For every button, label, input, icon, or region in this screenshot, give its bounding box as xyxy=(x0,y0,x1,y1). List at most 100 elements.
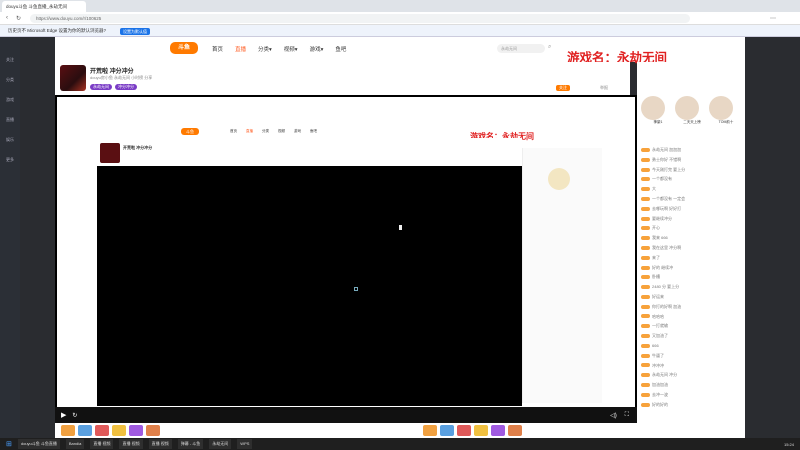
browser-tab-bar xyxy=(0,0,800,12)
inner-avatar xyxy=(100,143,120,163)
gift-icon[interactable] xyxy=(474,425,488,436)
rank-label: 二天天上榜 xyxy=(683,119,701,124)
rail-item-more[interactable]: 更多 xyxy=(0,157,20,177)
chat-message: 牛逼了 xyxy=(641,351,745,361)
main-nav: 首页 直播 分类▾ 视频▾ 游戏▾ 鱼吧 xyxy=(212,45,358,53)
taskbar-item[interactable]: WPS xyxy=(237,439,253,449)
rank-label: 神豪1 xyxy=(653,119,663,124)
rail-item-ent[interactable]: 娱乐 xyxy=(0,137,20,157)
gift-icon[interactable] xyxy=(491,425,505,436)
more-icon[interactable]: ⋯ xyxy=(770,15,776,22)
back-icon[interactable]: ‹ xyxy=(6,15,8,21)
taskbar: ⊞ douyu斗鱼 斗鱼直播 Bandia 直播 视频 直播 视频 直播 视频 … xyxy=(0,438,800,450)
gift-icon[interactable] xyxy=(61,425,75,436)
chat-message: 去冲一波 xyxy=(641,390,745,400)
taskbar-item[interactable]: 直播 视频 xyxy=(119,439,143,449)
rank-avatar xyxy=(709,95,733,120)
chat-message: 一打就输 xyxy=(641,321,745,331)
set-default-button[interactable]: 设置为默认值 xyxy=(120,28,150,35)
start-icon[interactable]: ⊞ xyxy=(6,440,12,448)
tab-title: douyu斗鱼 斗鱼直播_永劫无间 xyxy=(6,3,68,9)
chat-message: 加油加油 xyxy=(641,380,745,390)
mascot-icon xyxy=(548,168,570,190)
gift-icon[interactable] xyxy=(129,425,143,436)
url-field[interactable]: https://www.douyu.com/r/100625 xyxy=(30,14,690,23)
volume-icon[interactable]: ◁) xyxy=(610,412,617,419)
room-tag[interactable]: 冲分冲分 xyxy=(115,84,137,90)
gift-icon[interactable] xyxy=(112,425,126,436)
play-icon[interactable]: ▶ xyxy=(61,411,66,419)
chat-message: 666 xyxy=(641,341,745,351)
nav-category[interactable]: 分类▾ xyxy=(258,45,272,53)
refresh-stream-icon[interactable]: ↻ xyxy=(72,412,77,419)
gift-icon[interactable] xyxy=(508,425,522,436)
rank-item[interactable]: 神豪1 xyxy=(641,95,675,125)
taskbar-item[interactable]: 直播 视频 xyxy=(90,439,114,449)
chat-message: 永劫无间 加加加 xyxy=(641,145,745,155)
chat-message: 你打的好啊 加油 xyxy=(641,302,745,312)
chat-message: 卧槽 xyxy=(641,272,745,282)
chat-message: 好的 继续冲 xyxy=(641,263,745,273)
nav-video[interactable]: 视频▾ xyxy=(284,45,298,53)
rail-item-live[interactable]: 直播 xyxy=(0,117,20,137)
gift-bar xyxy=(55,423,745,438)
gift-icon[interactable] xyxy=(457,425,471,436)
inner-video xyxy=(97,166,522,406)
rail-item-category[interactable]: 分类 xyxy=(0,77,20,97)
gift-icon[interactable] xyxy=(423,425,437,436)
taskbar-item[interactable]: douyu斗鱼 斗鱼直播 xyxy=(17,439,60,449)
chat-message: 哈哈哈 xyxy=(641,312,745,322)
rail-item-game[interactable]: 游戏 xyxy=(0,97,20,117)
sidebar: 关注 分类 游戏 直播 娱乐 更多 xyxy=(0,37,20,438)
rank-item[interactable]: TOM前十 xyxy=(709,95,743,125)
browser-tab[interactable]: douyu斗鱼 斗鱼直播_永劫无间 xyxy=(2,1,86,12)
inner-nav-item: 视频 xyxy=(278,129,285,133)
inner-nav-item: 分类 xyxy=(262,129,269,133)
site-logo[interactable]: 斗鱼 xyxy=(170,42,198,54)
search-icon[interactable]: ⌕ xyxy=(548,44,551,51)
rank-avatar xyxy=(641,95,665,120)
refresh-icon[interactable]: ↻ xyxy=(16,15,21,22)
taskbar-item[interactable]: 永劫无间 xyxy=(209,439,232,449)
chat-message: 开心 xyxy=(641,223,745,233)
inner-room-info xyxy=(97,138,522,166)
nav-live[interactable]: 直播 xyxy=(235,45,246,53)
streamer-avatar[interactable] xyxy=(60,65,86,91)
room-meta: douyu房小鱼 永劫无间 小时榜 分享 xyxy=(90,75,153,80)
inner-nav: 首页 直播 分类 视频 游戏 鱼吧 xyxy=(230,129,317,134)
gift-icon[interactable] xyxy=(95,425,109,436)
follow-button[interactable]: 关注 xyxy=(556,85,570,91)
chat-message: 好运来 xyxy=(641,292,745,302)
gift-icon[interactable] xyxy=(146,425,160,436)
fullscreen-icon[interactable]: ⛶ xyxy=(625,412,629,419)
chat-list: 永劫无间 加加加 勇士你好 不错啊 今天刚打完 要上分 一个都没有 大 一个都没… xyxy=(641,145,745,410)
rank-item[interactable]: 二天天上榜 xyxy=(675,95,709,125)
chat-message: 要继续冲分 xyxy=(641,214,745,224)
infobar-text: 历史页不 Microsoft Edge 设置为你的默认浏览器? xyxy=(8,27,107,33)
nav-home[interactable]: 首页 xyxy=(212,45,223,53)
nav-game[interactable]: 游戏▾ xyxy=(310,45,324,53)
room-tag[interactable]: 永劫无间 xyxy=(90,84,112,90)
clock: 15:24 xyxy=(783,441,794,447)
taskbar-item[interactable]: 直播 视频 xyxy=(148,439,172,449)
rank-row: 神豪1 二天天上榜 TOM前十 xyxy=(641,95,741,125)
chat-message: 勇士你好 不错啊 xyxy=(641,155,745,165)
search-input[interactable]: 永劫无间 xyxy=(497,44,545,53)
report-link[interactable]: 举报 xyxy=(600,85,608,91)
loading-icon xyxy=(354,287,358,291)
rail-item-follow[interactable]: 关注 xyxy=(0,57,20,77)
nav-fishbar[interactable]: 鱼吧 xyxy=(335,45,346,53)
inner-nav-item: 鱼吧 xyxy=(310,129,317,133)
gift-icon[interactable] xyxy=(78,425,92,436)
chat-message: 我在这里 冲分啊 xyxy=(641,243,745,253)
player-controls: ▶ ↻ ◁) ⛶ xyxy=(55,407,637,423)
chat-message: 一个都没有 xyxy=(641,174,745,184)
inner-stream-title: 开荒啦 冲分冲分 xyxy=(123,145,153,150)
gift-icon[interactable] xyxy=(440,425,454,436)
chat-message: 今天刚打完 要上分 xyxy=(641,165,745,175)
inner-nav-item: 游戏 xyxy=(294,129,301,133)
taskbar-item[interactable]: Bandia xyxy=(65,439,85,449)
taskbar-item[interactable]: 弹幕 - 斗鱼 xyxy=(177,439,204,449)
cursor-icon xyxy=(399,225,402,230)
chat-message: 好的好的 xyxy=(641,400,745,410)
